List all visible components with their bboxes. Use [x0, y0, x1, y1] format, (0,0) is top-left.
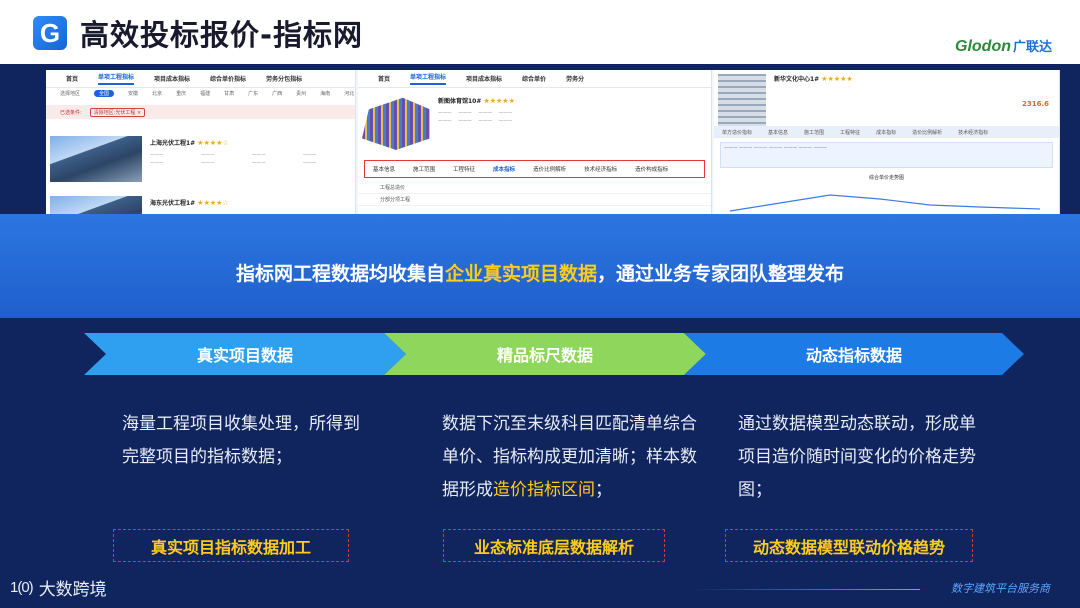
project-meta: ——— ——— ——— ——— ——— ——— ——— ——— [150, 153, 317, 166]
chart-title: 综合单价走势图 [868, 175, 904, 181]
rating-stars: ★★★★☆ [197, 139, 229, 147]
footer-logo: 1(0) 大数跨境 [10, 575, 107, 600]
region-item[interactable]: 广西 [272, 90, 282, 97]
tab-basic-info[interactable]: 基本信息 [373, 165, 395, 173]
selected-filters: 已选条件: 清除地区:光伏工程 × [46, 105, 355, 119]
solar-thumbnail [50, 136, 142, 182]
building-model-image [362, 97, 430, 150]
detail-title: 新图体育馆10# ★★★★★ [438, 97, 515, 105]
trend-line [729, 194, 1041, 212]
brand-logo: Glodon 广联达 [955, 36, 1052, 56]
tab-cost-index[interactable]: 成本指标 [876, 129, 896, 136]
region-item[interactable]: 海南 [320, 90, 330, 97]
nav-home[interactable]: 首页 [378, 74, 390, 83]
region-item[interactable]: 甘肃 [224, 90, 234, 97]
table-row[interactable]: 工程总造价 [358, 182, 711, 194]
page-title: 高效投标报价-指标网 [80, 18, 364, 52]
screenshot-project-detail: 首页 单项工程指标 项目成本指标 综合单价 劳务分 新图体育馆10# ★★★★★… [358, 70, 712, 220]
trend-project-title: 新华文化中心1# [774, 76, 820, 83]
filter-label: 选择地区 [60, 91, 81, 97]
rating-stars: ★★★★★ [821, 75, 853, 83]
shot2-navbar: 首页 单项工程指标 项目成本指标 综合单价 劳务分 [358, 70, 711, 88]
footer-logo-text: 大数跨境 [38, 580, 107, 600]
trend-line-svg [729, 194, 1041, 212]
tab-composition[interactable]: 造价构成指标 [635, 165, 668, 173]
price-value: 2316.6 [1021, 100, 1049, 108]
glodon-g-logo: G [33, 16, 67, 50]
trend-project-info: 新华文化中心1# ★★★★★ [774, 74, 1019, 89]
nav-single-project[interactable]: 单项工程指标 [98, 72, 135, 85]
region-filter: 选择地区 全国 安徽 北京 重庆 福建 甘肃 广东 广西 贵州 海南 河北 [46, 88, 355, 99]
tab-scope[interactable]: 施工范围 [413, 165, 435, 173]
step-benchmark-data: 精品标尺数据 [384, 333, 706, 375]
tab-tech[interactable]: 技术经济指标 [584, 165, 617, 173]
tab-tech[interactable]: 技术经济指标 [958, 129, 988, 136]
filter-all[interactable]: 全国 [94, 90, 115, 97]
step-dynamic-data: 动态指标数据 [684, 333, 1024, 375]
tab-ratio[interactable]: 造价比例解析 [912, 129, 942, 136]
brand-cn: 广联达 [1012, 39, 1052, 54]
rating-stars: ★★★★☆ [197, 199, 229, 207]
price-trend-chart: 综合单价走势图 [720, 174, 1053, 218]
region-item[interactable]: 广东 [248, 90, 258, 97]
tab-basic-info[interactable]: 基本信息 [768, 129, 788, 136]
description-benchmark-data: 数据下沉至末级科目匹配清单综合单价、指标构成更加清晰；样本数据形成造价指标区间； [442, 414, 697, 500]
region-item[interactable]: 河北 [344, 90, 354, 97]
banner: 指标网工程数据均收集自企业真实项目数据，通过业务专家团队整理发布 [0, 214, 1080, 318]
rating-stars: ★★★★★ [483, 97, 515, 105]
nav-labor[interactable]: 劳务分 [566, 74, 584, 83]
tab-scope[interactable]: 施工范围 [804, 129, 824, 136]
header-bar: G 高效投标报价-指标网 Glodon 广联达 [0, 0, 1080, 64]
table-row[interactable]: 分部分项工程 [358, 194, 711, 206]
trend-tabs: 单方造价指标 基本信息 施工范围 工程特征 成本指标 造价比例解析 技术经济指标 [714, 126, 1059, 138]
region-item[interactable]: 重庆 [176, 90, 186, 97]
tab-unit-cost[interactable]: 单方造价指标 [722, 129, 752, 136]
description-real-data: 海量工程项目收集处理，所得到完整项目的指标数据； [122, 414, 360, 467]
detail-tabs-highlight: 基本信息 施工范围 工程特征 成本指标 造价比例解析 技术经济指标 造价构成指标 [364, 160, 705, 178]
nav-labor[interactable]: 劳务分包指标 [266, 74, 302, 83]
project-card-title[interactable]: 上海光伏工程1# ★★★★☆ [150, 138, 350, 147]
tab-cost-index[interactable]: 成本指标 [493, 165, 515, 173]
nav-cost-index[interactable]: 项目成本指标 [466, 74, 502, 83]
detail-top: 新图体育馆10# ★★★★★ ——— ——— ——— ——— ——— ——— ——— ——— [358, 88, 711, 156]
footer-logo-mark: 1(0) [10, 579, 34, 596]
region-item[interactable]: 贵州 [296, 90, 306, 97]
tag-label: 已选条件: [60, 109, 82, 116]
tag-dynamic-data: 动态数据模型联动价格趋势 [725, 529, 973, 562]
detail-meta: ——— ——— ——— ——— ——— ——— ——— ——— [438, 111, 513, 124]
filter-chip[interactable]: 清除地区:光伏工程 × [89, 107, 146, 117]
step-real-data: 真实项目数据 [84, 333, 406, 375]
screenshot-price-trend: 新华文化中心1# ★★★★★ 2316.6 单方造价指标 基本信息 施工范围 工… [714, 70, 1060, 220]
nav-single-project[interactable]: 单项工程指标 [410, 72, 447, 85]
nav-home[interactable]: 首页 [66, 74, 78, 83]
nav-unit-price[interactable]: 综合单价指标 [210, 74, 246, 83]
region-item[interactable]: 安徽 [128, 90, 138, 97]
nav-unit-price[interactable]: 综合单价 [522, 74, 546, 83]
process-steps: 真实项目数据 精品标尺数据 动态指标数据 [84, 333, 1024, 375]
shot1-navbar: 首页 单项工程指标 项目成本指标 综合单价指标 劳务分包指标 [46, 70, 355, 88]
tab-features[interactable]: 工程特征 [453, 165, 475, 173]
footer-divider [690, 589, 920, 590]
tag-real-data: 真实项目指标数据加工 [113, 529, 349, 562]
project-card-title[interactable]: 海东光伏工程1# ★★★★☆ [150, 198, 350, 207]
brand-en: Glodon [955, 38, 1011, 55]
tab-ratio[interactable]: 造价比例解析 [533, 165, 566, 173]
banner-text: 指标网工程数据均收集自企业真实项目数据，通过业务专家团队整理发布 [235, 262, 845, 285]
nav-cost-index[interactable]: 项目成本指标 [154, 74, 190, 83]
footer-tagline: 数字建筑平台服务商 [951, 582, 1050, 595]
notice-box: ——— ——— ——— ——— ——— ——— ——— [720, 142, 1053, 168]
tab-features[interactable]: 工程特征 [840, 129, 860, 136]
highlight-index-range: 造价指标区间 [493, 480, 595, 500]
screenshot-project-list: 首页 单项工程指标 项目成本指标 综合单价指标 劳务分包指标 选择地区 全国 安… [46, 70, 356, 220]
building-photo [718, 74, 766, 134]
tag-benchmark-data: 业态标准底层数据解析 [443, 529, 665, 562]
description-dynamic-data: 通过数据模型动态联动，形成单项目造价随时间变化的价格走势图； [738, 414, 976, 500]
region-item[interactable]: 福建 [200, 90, 210, 97]
region-item[interactable]: 北京 [152, 90, 162, 97]
project-card[interactable]: 上海光伏工程1# ★★★★☆ ——— ——— ——— ——— ——— ——— ——— ——— [50, 136, 350, 192]
app-screenshots: 首页 单项工程指标 项目成本指标 综合单价指标 劳务分包指标 选择地区 全国 安… [46, 70, 1060, 220]
banner-highlight: 企业真实项目数据 [444, 262, 597, 285]
